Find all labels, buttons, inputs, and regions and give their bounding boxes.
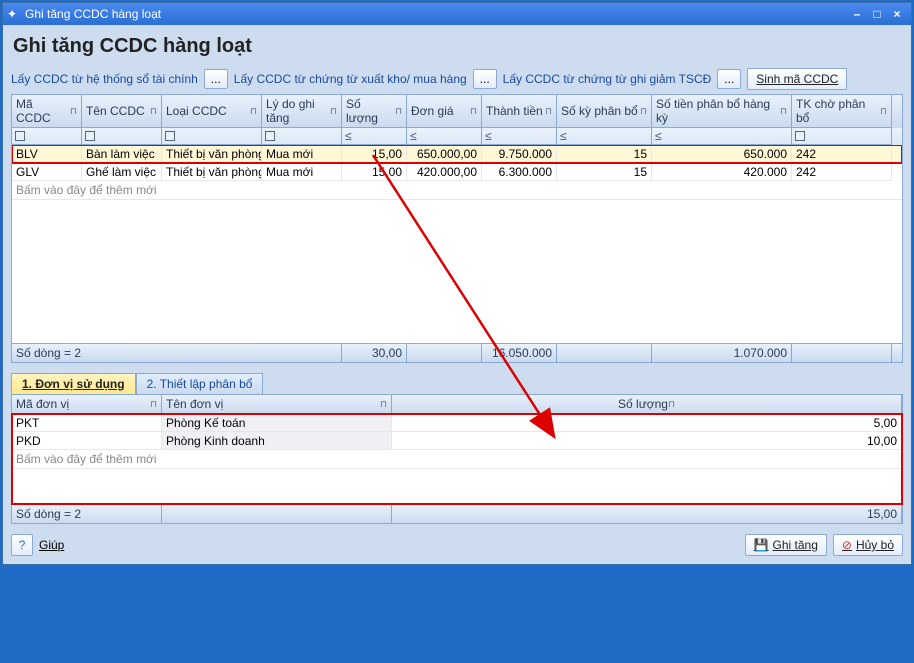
cancel-button[interactable]: ⊘Hủy bỏ: [833, 534, 903, 556]
bottombar: ? Giúp 💾Ghi tăng ⊘Hủy bỏ: [11, 534, 903, 556]
col-ky[interactable]: Số kỳ phân bổ⊓: [557, 95, 652, 128]
cell[interactable]: Ghế làm việc: [82, 163, 162, 181]
cell[interactable]: Mua mới: [262, 163, 342, 181]
linkbar: Lấy CCDC từ hệ thống sổ tài chính ... Lấ…: [11, 68, 903, 90]
col-tt[interactable]: Thành tiền⊓: [482, 95, 557, 128]
filter-cell[interactable]: [162, 128, 262, 145]
upper-grid-filter: ≤ ≤ ≤ ≤ ≤: [12, 128, 902, 145]
col-madv[interactable]: Mã đơn vị⊓: [12, 395, 162, 414]
col-tendv[interactable]: Tên đơn vị⊓: [162, 395, 392, 414]
cell[interactable]: 242: [792, 163, 892, 181]
window: ✦ Ghi tăng CCDC hàng loạt – □ × Ghi tăng…: [2, 2, 912, 565]
help-link[interactable]: Giúp: [39, 538, 64, 552]
filter-cell[interactable]: [262, 128, 342, 145]
upper-grid: Mã CCDC⊓ Tên CCDC⊓ Loại CCDC⊓ Lý do ghi …: [11, 94, 903, 363]
tab-allocation[interactable]: 2. Thiết lập phân bổ: [136, 373, 264, 394]
col-sl[interactable]: Số lượng⊓: [342, 95, 407, 128]
lower-grid-body[interactable]: PKT Phòng Kế toán 5,00 PKD Phòng Kinh do…: [12, 414, 902, 504]
filter-cell[interactable]: [792, 128, 892, 145]
cell[interactable]: 10,00: [392, 432, 902, 450]
filter-cell[interactable]: [82, 128, 162, 145]
filter-cell[interactable]: ≤: [557, 128, 652, 145]
cell[interactable]: GLV: [12, 163, 82, 181]
ellipsis-button-2[interactable]: ...: [473, 69, 497, 89]
cell[interactable]: BLV: [12, 145, 82, 163]
row-count: Số dòng = 2: [12, 344, 342, 362]
save-icon: 💾: [754, 538, 769, 552]
lower-grid-header: Mã đơn vị⊓ Tên đơn vị⊓ Số lượng⊓: [12, 395, 902, 414]
cell[interactable]: 15: [557, 145, 652, 163]
cancel-icon: ⊘: [842, 538, 852, 552]
cell[interactable]: 650.000,00: [407, 145, 482, 163]
link-get-from-book[interactable]: Lấy CCDC từ hệ thống sổ tài chính: [11, 72, 198, 86]
upper-grid-body[interactable]: BLV Bàn làm việc Thiết bị văn phòng Mua …: [12, 145, 902, 343]
filter-cell[interactable]: ≤: [482, 128, 557, 145]
titlebar: ✦ Ghi tăng CCDC hàng loạt – □ ×: [3, 3, 911, 25]
tab-department[interactable]: 1. Đơn vị sử dụng: [11, 373, 136, 394]
minimize-button[interactable]: –: [847, 7, 867, 21]
cell[interactable]: 15: [557, 163, 652, 181]
upper-grid-header: Mã CCDC⊓ Tên CCDC⊓ Loại CCDC⊓ Lý do ghi …: [12, 95, 902, 128]
filter-cell[interactable]: ≤: [407, 128, 482, 145]
cell[interactable]: 420.000: [652, 163, 792, 181]
sum-sl: 15,00: [392, 505, 902, 523]
upper-grid-footer: Số dòng = 2 30,00 16.050.000 1.070.000: [12, 343, 902, 362]
close-button[interactable]: ×: [887, 7, 907, 21]
ellipsis-button-1[interactable]: ...: [204, 69, 228, 89]
page-title: Ghi tăng CCDC hàng loạt: [13, 35, 903, 58]
ellipsis-button-3[interactable]: ...: [717, 69, 741, 89]
table-row[interactable]: PKT Phòng Kế toán 5,00: [12, 414, 902, 432]
col-dg[interactable]: Đơn giá⊓: [407, 95, 482, 128]
cell[interactable]: 15,00: [342, 145, 407, 163]
cell[interactable]: 6.300.000: [482, 163, 557, 181]
cell[interactable]: 420.000,00: [407, 163, 482, 181]
save-button[interactable]: 💾Ghi tăng: [745, 534, 827, 556]
col-ten[interactable]: Tên CCDC⊓: [82, 95, 162, 128]
col-sldv[interactable]: Số lượng⊓: [392, 395, 902, 414]
generate-code-button[interactable]: Sinh mã CCDC: [747, 68, 847, 90]
add-row-prompt[interactable]: Bấm vào đây để thêm mới: [12, 181, 902, 200]
cell[interactable]: PKD: [12, 432, 162, 450]
row-count: Số dòng = 2: [12, 505, 162, 523]
cell[interactable]: Phòng Kinh doanh: [162, 432, 392, 450]
app-icon: ✦: [7, 7, 21, 21]
table-row[interactable]: GLV Ghế làm việc Thiết bị văn phòng Mua …: [12, 163, 902, 181]
col-ma[interactable]: Mã CCDC⊓: [12, 95, 82, 128]
cell[interactable]: Bàn làm việc: [82, 145, 162, 163]
sum-pb: 1.070.000: [652, 344, 792, 362]
add-row-prompt[interactable]: Bấm vào đây để thêm mới: [12, 450, 902, 469]
help-icon-button[interactable]: ?: [11, 534, 33, 556]
cell[interactable]: 650.000: [652, 145, 792, 163]
sum-sl: 30,00: [342, 344, 407, 362]
filter-cell[interactable]: [12, 128, 82, 145]
link-get-from-decrease[interactable]: Lấy CCDC từ chứng từ ghi giảm TSCĐ: [503, 72, 712, 86]
col-loai[interactable]: Loại CCDC⊓: [162, 95, 262, 128]
col-lydo[interactable]: Lý do ghi tăng⊓: [262, 95, 342, 128]
table-row[interactable]: PKD Phòng Kinh doanh 10,00: [12, 432, 902, 450]
col-tk[interactable]: TK chờ phân bổ⊓: [792, 95, 892, 128]
filter-cell[interactable]: ≤: [652, 128, 792, 145]
window-title: Ghi tăng CCDC hàng loạt: [25, 7, 161, 21]
cell[interactable]: 15,00: [342, 163, 407, 181]
cell[interactable]: Mua mới: [262, 145, 342, 163]
cell[interactable]: 9.750.000: [482, 145, 557, 163]
link-get-from-voucher[interactable]: Lấy CCDC từ chứng từ xuất kho/ mua hàng: [234, 72, 467, 86]
lower-grid-footer: Số dòng = 2 15,00: [12, 504, 902, 523]
table-row[interactable]: BLV Bàn làm việc Thiết bị văn phòng Mua …: [12, 145, 902, 163]
filter-cell[interactable]: ≤: [342, 128, 407, 145]
tabs: 1. Đơn vị sử dụng 2. Thiết lập phân bổ: [11, 373, 903, 394]
cell[interactable]: 242: [792, 145, 892, 163]
maximize-button[interactable]: □: [867, 7, 887, 21]
sum-tt: 16.050.000: [482, 344, 557, 362]
lower-grid: Mã đơn vị⊓ Tên đơn vị⊓ Số lượng⊓ PKT Phò…: [11, 394, 903, 524]
cell[interactable]: Thiết bị văn phòng: [162, 145, 262, 163]
cell[interactable]: PKT: [12, 414, 162, 432]
cell[interactable]: Thiết bị văn phòng: [162, 163, 262, 181]
cell[interactable]: 5,00: [392, 414, 902, 432]
col-pb[interactable]: Số tiền phân bổ hàng kỳ⊓: [652, 95, 792, 128]
cell[interactable]: Phòng Kế toán: [162, 414, 392, 432]
